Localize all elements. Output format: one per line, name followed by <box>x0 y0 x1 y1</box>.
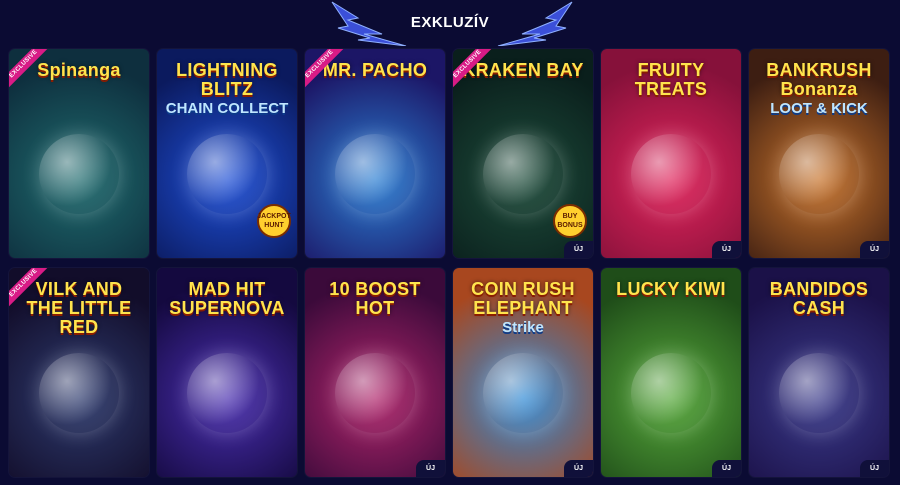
artwork-figure <box>779 134 859 214</box>
section-title: EXKLUZÍV <box>410 14 490 31</box>
lightning-bolt-icon <box>497 1 573 46</box>
feature-sticker: JACKPOT HUNT <box>257 204 291 238</box>
new-badge: ÚJ <box>564 460 593 477</box>
game-title: MAD HIT SUPERNOVA <box>169 279 285 318</box>
game-tile[interactable]: LIGHTNING BLITZ CHAIN COLLECT JACKPOT HUNT <box>157 49 297 258</box>
game-tile[interactable]: 10 BOOST HOT ÚJ <box>305 268 445 477</box>
game-tile[interactable]: LUCKY KIWI ÚJ <box>601 268 741 477</box>
game-tile[interactable]: MR. PACHO EXCLUSIVE <box>305 49 445 258</box>
new-badge: ÚJ <box>564 241 593 258</box>
game-tile[interactable]: COIN RUSH ELEPHANT Strike ÚJ <box>453 268 593 477</box>
game-subtitle: Strike <box>502 319 544 336</box>
game-subtitle: LOOT & KICK <box>770 100 868 117</box>
artwork-figure <box>483 134 563 214</box>
game-tile[interactable]: Spinanga EXCLUSIVE <box>9 49 149 258</box>
game-title: VILK AND THE LITTLE RED <box>26 279 132 337</box>
feature-sticker: BUY BONUS <box>553 204 587 238</box>
artwork-figure <box>779 353 859 433</box>
artwork-figure <box>187 134 267 214</box>
artwork-figure <box>483 353 563 433</box>
game-title: BANDIDOS CASH <box>769 279 869 318</box>
game-tile[interactable]: VILK AND THE LITTLE RED EXCLUSIVE <box>9 268 149 477</box>
artwork-figure <box>335 134 415 214</box>
game-tile[interactable]: FRUITY TREATS ÚJ <box>601 49 741 258</box>
artwork-figure <box>187 353 267 433</box>
new-badge: ÚJ <box>712 241 741 258</box>
game-grid: Spinanga EXCLUSIVE LIGHTNING BLITZ CHAIN CO… <box>9 49 889 477</box>
artwork-figure <box>39 353 119 433</box>
artwork-figure <box>631 353 711 433</box>
new-badge: ÚJ <box>712 460 741 477</box>
game-tile[interactable]: BANKRUSH Bonanza LOOT & KICK ÚJ <box>749 49 889 258</box>
game-title: COIN RUSH ELEPHANT <box>471 279 575 318</box>
new-badge: ÚJ <box>416 460 445 477</box>
artwork-figure <box>39 134 119 214</box>
game-title: LIGHTNING BLITZ <box>176 60 278 99</box>
section-header: EXKLUZÍV <box>0 0 900 46</box>
game-subtitle: CHAIN COLLECT <box>165 100 289 117</box>
game-title: FRUITY TREATS <box>634 60 708 99</box>
artwork-figure <box>631 134 711 214</box>
game-tile[interactable]: KRAKEN BAY BUY BONUS EXCLUSIVE ÚJ <box>453 49 593 258</box>
game-title: KRAKEN BAY <box>462 60 584 80</box>
game-tile[interactable]: MAD HIT SUPERNOVA <box>157 268 297 477</box>
new-badge: ÚJ <box>860 460 889 477</box>
new-badge: ÚJ <box>860 241 889 258</box>
game-title: LUCKY KIWI <box>616 279 726 299</box>
game-title: MR. PACHO <box>322 60 428 80</box>
artwork-figure <box>335 353 415 433</box>
game-title: BANKRUSH Bonanza <box>766 60 872 99</box>
game-tile[interactable]: BANDIDOS CASH ÚJ <box>749 268 889 477</box>
game-title: Spinanga <box>37 60 121 80</box>
game-title: 10 BOOST HOT <box>329 279 421 318</box>
